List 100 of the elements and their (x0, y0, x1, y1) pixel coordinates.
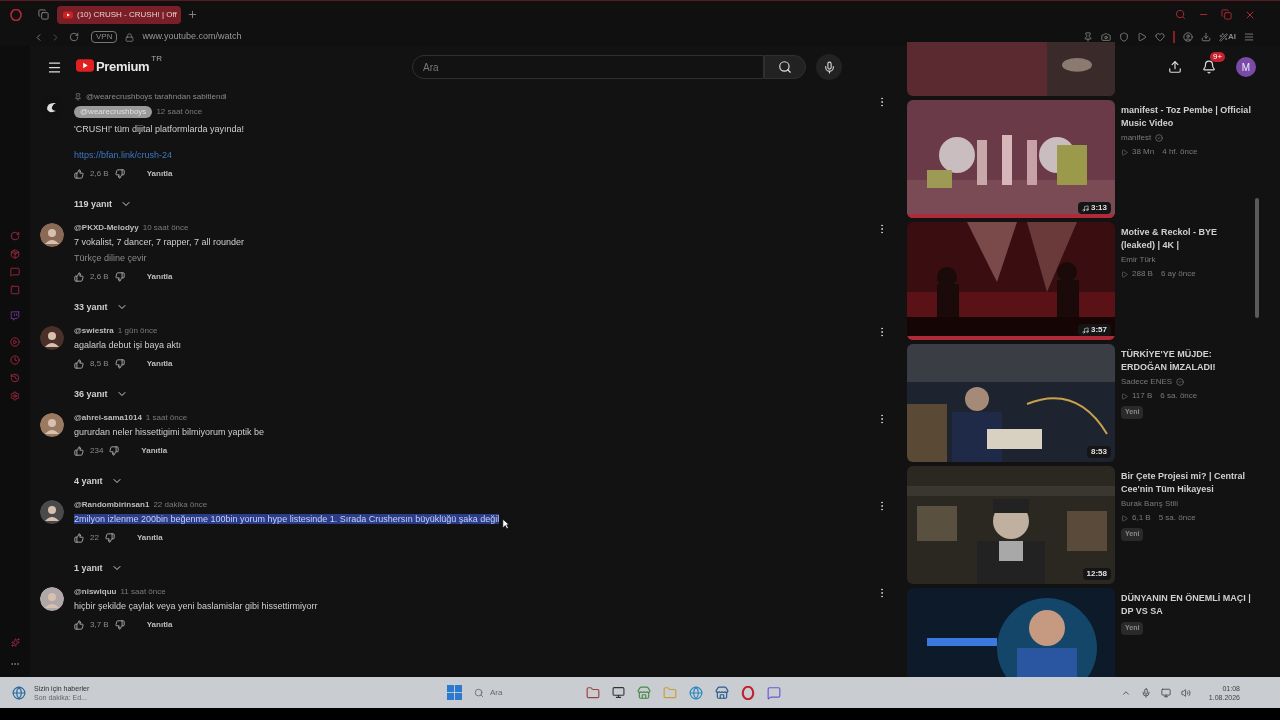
cursor-icon (502, 518, 510, 530)
upload-icon[interactable] (1168, 60, 1182, 74)
comment-author[interactable]: @Randombirinsan1 (74, 500, 150, 510)
youtube-logo-icon[interactable] (76, 59, 94, 73)
voice-search-button[interactable] (816, 54, 843, 80)
restore-icon[interactable] (1221, 9, 1232, 20)
dislike-icon[interactable] (114, 620, 125, 630)
sidebar-icon[interactable] (10, 249, 20, 259)
view-count: 117 B (1132, 390, 1153, 402)
comment-time[interactable]: 1 gün önce (117, 326, 158, 336)
avatar-icon[interactable] (40, 326, 64, 350)
avatar-icon[interactable] (40, 413, 64, 437)
tabs-icon[interactable] (38, 9, 49, 20)
menu-icon[interactable] (47, 59, 62, 75)
like-icon[interactable] (74, 272, 84, 282)
scrollbar-thumb[interactable] (1255, 198, 1259, 318)
video-title[interactable]: TÜRKİYE'YE MÜJDE: ERDOĞAN İMZALADI! (1121, 348, 1251, 374)
shield-icon[interactable] (1119, 32, 1129, 42)
comment-time[interactable]: 12 saat önce (156, 107, 203, 117)
app-icon[interactable] (586, 685, 600, 700)
display-icon[interactable] (1160, 687, 1171, 698)
sidebar-icon[interactable] (10, 311, 20, 321)
sparkle-icon[interactable] (10, 638, 20, 647)
replies-toggle[interactable]: 119 yanıt (74, 198, 244, 210)
search-field[interactable]: Ara (412, 55, 765, 79)
browser-tab[interactable]: (10) CRUSH - CRUSH! | Off (57, 5, 181, 24)
vpn-badge[interactable]: VPN (91, 31, 118, 43)
account-avatar[interactable]: M (1236, 57, 1256, 77)
avatar-icon[interactable] (40, 500, 64, 524)
download-icon[interactable] (1201, 32, 1211, 42)
avatar-icon[interactable] (40, 587, 64, 611)
like-icon[interactable] (74, 446, 84, 456)
profile-icon[interactable] (1183, 32, 1193, 42)
news-icon[interactable] (12, 685, 26, 700)
video-title[interactable]: Motive & Reckol - BYE (leaked) | 4K | (1121, 226, 1251, 252)
opera-logo-icon[interactable] (10, 8, 22, 21)
address-bar[interactable]: www.youtube.com/watch (142, 30, 242, 44)
taskbar-search[interactable]: Ara (474, 686, 574, 699)
opera-icon[interactable] (741, 685, 755, 700)
channel-name[interactable]: Burak Barış Stili (1121, 498, 1178, 510)
reply-button[interactable]: Yanıtla (141, 446, 168, 456)
mic-icon[interactable] (1140, 687, 1151, 698)
dislike-icon[interactable] (114, 169, 125, 179)
translate-link[interactable]: Türkçe diline çevir (74, 252, 245, 264)
replies-toggle[interactable]: 33 yanıt (74, 301, 245, 313)
dislike-icon[interactable] (114, 359, 125, 369)
sidebar-icon[interactable] (10, 391, 20, 401)
chat-app-icon[interactable] (767, 685, 781, 700)
reload-icon[interactable] (69, 32, 79, 42)
dislike-icon[interactable] (114, 272, 125, 282)
replies-toggle[interactable]: 4 yanıt (74, 475, 265, 487)
like-icon[interactable] (74, 359, 84, 369)
browser-icon[interactable] (689, 685, 703, 700)
pin-icon[interactable] (1083, 32, 1093, 42)
channel-name[interactable]: Emir Türk (1121, 254, 1156, 266)
volume-icon[interactable] (1180, 687, 1191, 698)
comment-author[interactable]: @ahrei-sama1014 (74, 413, 142, 423)
comment-link[interactable]: https://bfan.link/crush-24 (74, 149, 244, 161)
sidebar-icon[interactable] (10, 231, 20, 241)
reply-button[interactable]: Yanıtla (146, 620, 173, 630)
like-icon[interactable] (74, 533, 84, 543)
reply-button[interactable]: Yanıtla (146, 169, 173, 179)
channel-name[interactable]: manifest (1121, 132, 1152, 144)
comment-time[interactable]: 22 dakika önce (153, 500, 208, 510)
logo-text[interactable]: Premium (96, 57, 150, 77)
notifications-icon[interactable] (1202, 60, 1216, 74)
reply-button[interactable]: Yanıtla (136, 533, 163, 543)
comment-time[interactable]: 1 saat önce (145, 413, 188, 423)
reply-button[interactable]: Yanıtla (146, 272, 173, 282)
like-icon[interactable] (74, 620, 84, 630)
dislike-icon[interactable] (109, 446, 120, 456)
search-icon[interactable] (1175, 9, 1186, 20)
video-title[interactable]: manifest - Toz Pembe | Official Music Video (1121, 104, 1251, 130)
comment-time[interactable]: 11 saat önce (120, 587, 166, 597)
search-button[interactable] (764, 55, 807, 79)
reply-button[interactable]: Yanıtla (146, 359, 173, 369)
video-title[interactable]: Bir Çete Projesi mi? | Central Cee'nin Tüm Hikayesi (1121, 470, 1251, 496)
avatar-icon[interactable] (40, 223, 64, 247)
video-title[interactable]: DÜNYANIN EN ÖNEMLİ MAÇI | DP VS SA (1121, 592, 1251, 618)
duration-badge: 12:58 (1082, 568, 1111, 580)
heart-icon[interactable] (1155, 32, 1165, 42)
comment-author[interactable]: @swiestra (74, 326, 114, 336)
comment-author[interactable]: @niswiquu (74, 587, 117, 597)
like-icon[interactable] (74, 169, 84, 179)
comment-author[interactable]: @PKXD-Melodyy (74, 223, 139, 233)
channel-name[interactable]: Sadece ENES (1121, 376, 1173, 388)
replies-toggle[interactable]: 1 yanıt (74, 562, 500, 574)
replies-toggle[interactable]: 36 yanıt (74, 388, 182, 400)
app-icon[interactable] (612, 686, 625, 699)
start-icon[interactable] (447, 685, 462, 700)
sidebar-icon[interactable] (10, 373, 20, 383)
camera-icon[interactable] (1101, 32, 1111, 42)
new-tab-icon[interactable] (187, 9, 198, 20)
store-icon[interactable] (715, 685, 729, 700)
comment-time[interactable]: 10 saat önce (142, 223, 189, 233)
like-count: 2,6 B (90, 169, 109, 179)
sidebar-icon[interactable] (10, 285, 20, 295)
dislike-icon[interactable] (104, 533, 115, 543)
play-icon[interactable] (1137, 32, 1147, 42)
ai-button[interactable]: AI (1219, 31, 1236, 43)
